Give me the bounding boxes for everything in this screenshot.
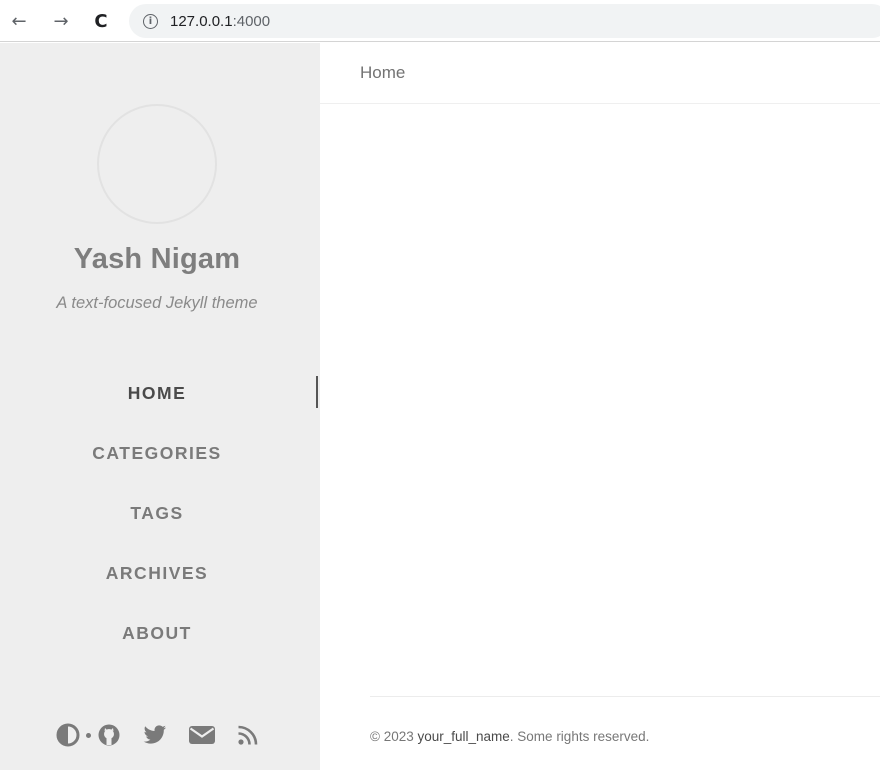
avatar[interactable]	[97, 104, 217, 224]
github-icon[interactable]	[97, 723, 121, 747]
sidebar-item-categories[interactable]: CATEGORIES	[0, 423, 320, 483]
browser-toolbar: ← → C i 127.0.0.1 :4000	[0, 0, 880, 42]
forward-arrow-icon[interactable]: →	[48, 8, 74, 34]
sidebar-nav: HOME CATEGORIES TAGS ARCHIVES ABOUT	[0, 363, 320, 663]
theme-toggle-icon[interactable]	[56, 723, 80, 747]
back-arrow-icon[interactable]: ←	[6, 8, 32, 34]
sidebar-item-label: CATEGORIES	[92, 442, 222, 463]
url-port: :4000	[232, 12, 271, 30]
site-subtitle: A text-focused Jekyll theme	[56, 294, 258, 312]
sidebar-item-home[interactable]: HOME	[0, 363, 320, 423]
active-indicator	[316, 376, 318, 408]
separator-dot	[85, 732, 91, 738]
sidebar-item-about[interactable]: ABOUT	[0, 603, 320, 663]
topbar: Home	[320, 43, 880, 104]
address-bar[interactable]: i 127.0.0.1 :4000	[129, 4, 880, 38]
sidebar-item-archives[interactable]: ARCHIVES	[0, 543, 320, 603]
site-title[interactable]: Yash Nigam	[0, 243, 314, 276]
reload-icon[interactable]: C	[88, 8, 114, 34]
breadcrumb: Home	[360, 63, 406, 82]
site-info-icon[interactable]: i	[143, 13, 158, 29]
footer-author-link[interactable]: your_full_name	[417, 729, 509, 744]
footer-rights: . Some rights reserved.	[509, 729, 650, 744]
rss-icon[interactable]	[237, 724, 259, 746]
email-icon[interactable]	[188, 725, 215, 745]
footer-copyright: © 2023	[370, 729, 418, 744]
sidebar-item-tags[interactable]: TAGS	[0, 483, 320, 543]
sidebar-item-label: TAGS	[130, 502, 184, 523]
sidebar: Yash Nigam A text-focused Jekyll theme H…	[0, 43, 320, 770]
footer-divider	[370, 696, 880, 697]
sidebar-item-label: HOME	[127, 382, 187, 403]
sidebar-item-label: ARCHIVES	[105, 562, 209, 583]
page-footer: © 2023 your_full_name. Some rights reser…	[370, 729, 649, 744]
sidebar-footer	[0, 719, 320, 751]
sidebar-item-label: ABOUT	[122, 622, 192, 643]
twitter-icon[interactable]	[143, 724, 167, 746]
url-host: 127.0.0.1	[170, 12, 233, 30]
main-content	[320, 104, 880, 696]
